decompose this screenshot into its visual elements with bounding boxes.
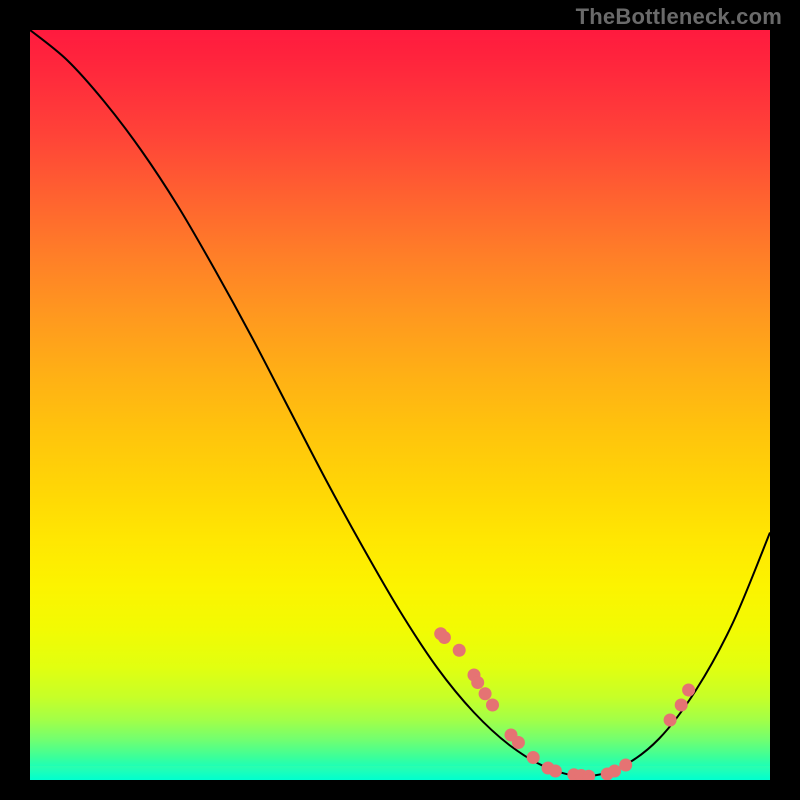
data-point-marker bbox=[675, 699, 688, 712]
data-point-markers bbox=[434, 627, 695, 780]
data-point-marker bbox=[512, 736, 525, 749]
data-point-marker bbox=[486, 699, 499, 712]
data-point-marker bbox=[527, 751, 540, 764]
bottleneck-curve-line bbox=[30, 30, 770, 776]
chart-svg bbox=[30, 30, 770, 780]
data-point-marker bbox=[471, 676, 484, 689]
data-point-marker bbox=[453, 644, 466, 657]
data-point-marker bbox=[549, 765, 562, 778]
data-point-marker bbox=[664, 714, 677, 727]
watermark-text: TheBottleneck.com bbox=[576, 4, 782, 30]
data-point-marker bbox=[479, 687, 492, 700]
data-point-marker bbox=[682, 684, 695, 697]
data-point-marker bbox=[608, 765, 621, 778]
chart-plot-area bbox=[30, 30, 770, 780]
data-point-marker bbox=[438, 631, 451, 644]
data-point-marker bbox=[619, 759, 632, 772]
